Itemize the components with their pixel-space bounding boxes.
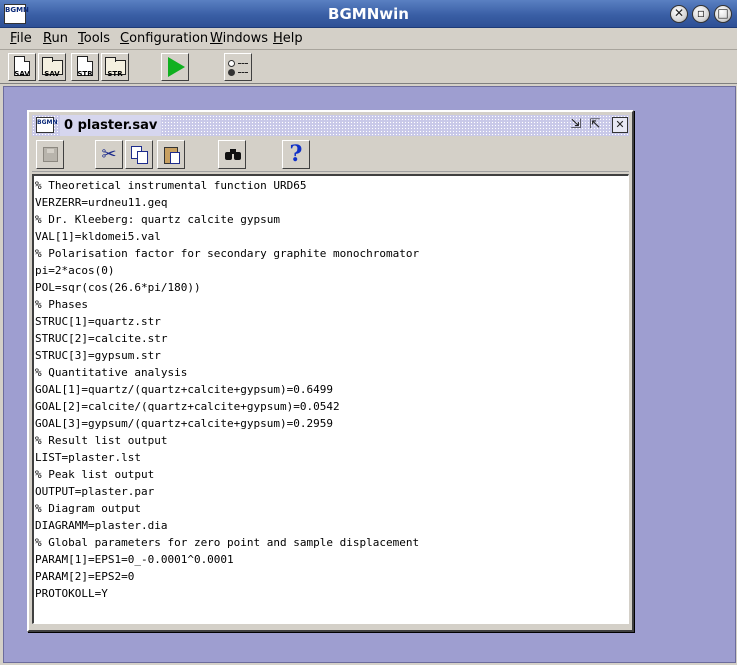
close-window-button[interactable]: ✕: [670, 5, 688, 23]
help-question-icon: ?: [289, 141, 303, 167]
code-line: PARAM[2]=EPS2=0: [35, 570, 135, 583]
menu-file[interactable]: File: [10, 30, 32, 48]
open-str-button[interactable]: STR: [101, 53, 129, 81]
code-line: STRUC[1]=quartz.str: [35, 315, 161, 328]
window-title: BGMNwin: [328, 5, 409, 23]
code-line: PARAM[1]=EPS1=0_-0.0001^0.0001: [35, 553, 234, 566]
code-line: % Phases: [35, 298, 88, 311]
find-button[interactable]: [218, 140, 246, 169]
open-sav-button[interactable]: SAV: [38, 53, 66, 81]
code-line: VERZERR=urdneu11.geq: [35, 196, 168, 209]
menu-configuration[interactable]: Configuration: [120, 30, 208, 48]
code-line: GOAL[3]=gypsum/(quartz+calcite+gypsum)=0…: [35, 417, 334, 430]
close-icon: ✕: [673, 6, 685, 20]
code-line: GOAL[1]=quartz/(quartz+calcite+gypsum)=0…: [35, 383, 334, 396]
floppy-disk-icon: [43, 147, 58, 162]
binoculars-icon: [225, 149, 241, 161]
new-sav-label: SAV: [14, 70, 30, 78]
copy-icon: [130, 145, 150, 165]
minimize-icon: ▫: [696, 6, 706, 20]
code-line: DIAGRAMM=plaster.dia: [35, 519, 168, 532]
editor-lines: % Theoretical instrumental function URD6…: [35, 177, 419, 602]
code-line: POL=sqr(cos(26.6*pi/180)): [35, 281, 201, 294]
code-line: % Global parameters for zero point and s…: [35, 536, 420, 549]
maximize-frame-button[interactable]: ⇱: [587, 117, 603, 133]
cut-button[interactable]: ✂: [95, 140, 123, 169]
new-str-button[interactable]: STR: [71, 53, 99, 81]
run-button[interactable]: [161, 53, 189, 81]
iconify-frame-button[interactable]: ⇲: [568, 117, 584, 133]
close-icon: ✕: [615, 118, 625, 131]
code-line: % Theoretical instrumental function URD6…: [35, 179, 307, 192]
code-line: STRUC[2]=calcite.str: [35, 332, 168, 345]
menu-run[interactable]: Run: [43, 30, 68, 48]
help-button[interactable]: ?: [282, 140, 310, 169]
iconify-arrow-icon: ⇲: [570, 117, 582, 132]
editor-toolbar: ✂ ?: [32, 138, 629, 172]
save-button[interactable]: [36, 140, 64, 169]
code-line: OUTPUT=plaster.par: [35, 485, 155, 498]
code-line: % Polarisation factor for secondary grap…: [35, 247, 420, 260]
minimize-window-button[interactable]: ▫: [692, 5, 710, 23]
app-titlebar[interactable]: BGMN BGMNwin ✕ ▫ □: [0, 0, 737, 28]
radio-options-icon: [228, 59, 250, 77]
maximize-window-button[interactable]: □: [714, 5, 732, 23]
copy-button[interactable]: [125, 140, 153, 169]
menu-bar: File Run Tools Configuration Windows Hel…: [0, 28, 737, 50]
menu-tools[interactable]: Tools: [78, 30, 110, 48]
frame-titlebar[interactable]: BGMN 0 plaster.sav ⇲ ⇱ ✕: [32, 115, 629, 136]
close-frame-button[interactable]: ✕: [612, 117, 628, 133]
new-str-label: STR: [77, 70, 93, 78]
code-line: PROTOKOLL=Y: [35, 587, 108, 600]
code-line: pi=2*acos(0): [35, 264, 115, 277]
main-toolbar: SAV SAV STR STR: [0, 50, 737, 84]
code-line: STRUC[3]=gypsum.str: [35, 349, 161, 362]
code-line: VAL[1]=kldomei5.val: [35, 230, 161, 243]
open-str-label: STR: [107, 70, 123, 78]
menu-windows[interactable]: Windows: [210, 30, 268, 48]
frame-title: 0 plaster.sav: [60, 115, 162, 136]
play-icon: [168, 57, 185, 77]
maximize-icon: □: [717, 6, 729, 20]
code-line: % Peak list output: [35, 468, 155, 481]
menu-help[interactable]: Help: [273, 30, 303, 48]
paste-button[interactable]: [157, 140, 185, 169]
code-line: % Dr. Kleeberg: quartz calcite gypsum: [35, 213, 281, 226]
new-sav-button[interactable]: SAV: [8, 53, 36, 81]
options-button[interactable]: [224, 53, 252, 81]
open-sav-label: SAV: [44, 70, 60, 78]
document-frame: BGMN 0 plaster.sav ⇲ ⇱ ✕ ✂ ? % Theoretic…: [27, 110, 634, 632]
code-line: % Quantitative analysis: [35, 366, 188, 379]
maximize-arrow-icon: ⇱: [589, 117, 601, 132]
code-line: % Diagram output: [35, 502, 141, 515]
code-line: GOAL[2]=calcite/(quartz+calcite+gypsum)=…: [35, 400, 340, 413]
code-line: % Result list output: [35, 434, 168, 447]
scissors-icon: ✂: [101, 144, 117, 165]
code-line: LIST=plaster.lst: [35, 451, 141, 464]
sav-text-editor[interactable]: % Theoretical instrumental function URD6…: [32, 174, 629, 624]
paste-icon: [162, 145, 182, 165]
bgmn-frame-icon[interactable]: BGMN: [36, 117, 58, 133]
